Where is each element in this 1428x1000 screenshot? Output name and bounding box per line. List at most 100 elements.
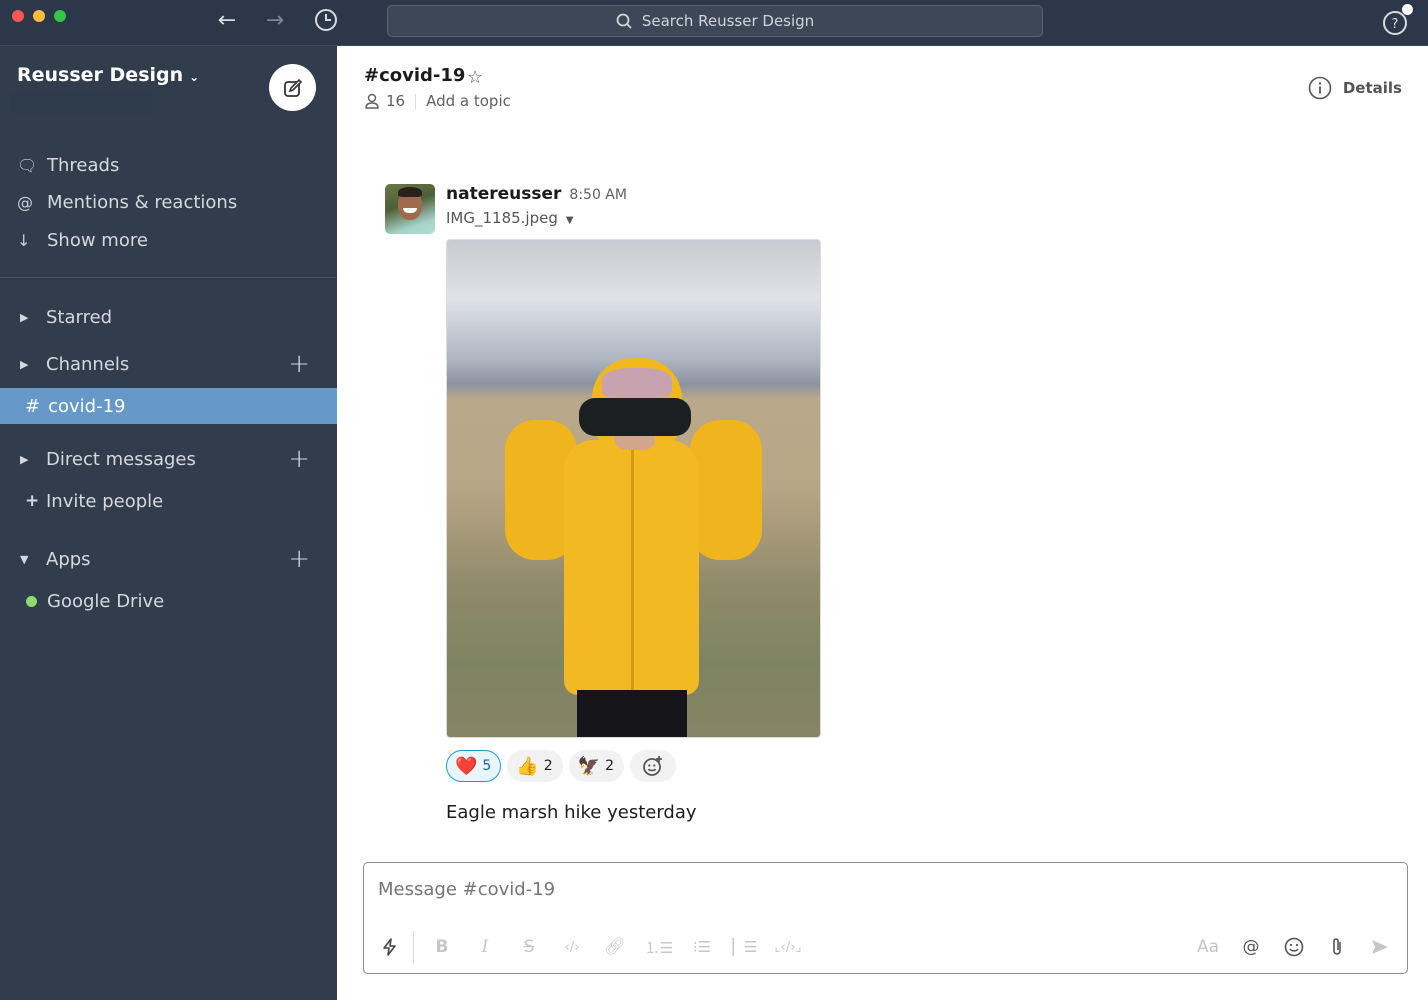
bold-icon[interactable]: B <box>428 933 456 961</box>
add-app-button[interactable]: + <box>288 544 310 574</box>
sidebar-item-mentions[interactable]: @ Mentions & reactions <box>17 187 237 217</box>
details-button[interactable]: Details <box>1308 76 1402 100</box>
compose-button[interactable] <box>269 64 316 111</box>
channel-name: covid-19 <box>48 395 126 417</box>
message-author: natereusser 8:50 AM <box>446 184 627 204</box>
title-bar: ← → Search Reusser Design ? <box>0 0 1428 46</box>
toolbar-divider <box>413 931 414 963</box>
details-label: Details <box>1342 79 1402 97</box>
image-attachment[interactable] <box>446 239 821 738</box>
message-text: Eagle marsh hike yesterday <box>446 802 697 823</box>
section-apps[interactable]: ▼ Apps + <box>20 544 320 574</box>
shortcuts-lightning-icon[interactable] <box>376 933 404 961</box>
reaction-count: 5 <box>482 758 492 774</box>
channel-title[interactable]: #covid-19 <box>364 65 465 86</box>
formatting-toolbar: B I S ‹/› 🔗︎ ⒈☰ ⁝☰ ▏☰ ⌞‹/›⌟ Aa @ <box>364 929 1407 965</box>
bulleted-list-icon[interactable]: ⁝☰ <box>688 933 716 961</box>
message-timestamp[interactable]: 8:50 AM <box>569 187 627 203</box>
section-label: Channels <box>46 353 130 375</box>
send-icon[interactable] <box>1366 933 1394 961</box>
window-zoom-button[interactable] <box>54 10 66 22</box>
format-label: Aa <box>1196 937 1220 957</box>
workspace-menu[interactable]: Reusser Design ⌄ <box>17 64 199 86</box>
info-icon <box>1308 76 1332 100</box>
eagle-emoji-icon: 🦅 <box>577 755 601 777</box>
sidebar-item-label: Mentions & reactions <box>47 191 238 213</box>
arrow-down-icon: ↓ <box>17 230 31 250</box>
section-label: Apps <box>46 548 91 570</box>
emoji-icon[interactable] <box>1280 933 1308 961</box>
reaction-heart[interactable]: ❤️ 5 <box>446 750 502 782</box>
member-count[interactable]: 16 <box>386 92 405 110</box>
reaction-count: 2 <box>605 758 615 774</box>
search-bar[interactable]: Search Reusser Design <box>387 5 1043 37</box>
section-label: Direct messages <box>46 448 196 470</box>
section-starred[interactable]: ▶ Starred <box>20 302 320 332</box>
history-icon[interactable] <box>312 8 340 34</box>
add-emoji-icon <box>643 756 663 776</box>
channel-header: #covid-19 ☆ 16 Add a topic Details <box>337 46 1428 126</box>
back-arrow-icon[interactable]: ← <box>213 8 241 34</box>
caret-right-icon: ▶ <box>20 310 29 324</box>
caret-right-icon: ▶ <box>20 452 29 466</box>
invite-label: Invite people <box>46 490 164 512</box>
sidebar-item-google-drive[interactable]: Google Drive <box>26 586 326 616</box>
mention-icon[interactable]: @ <box>1237 933 1265 961</box>
add-reaction-button[interactable] <box>630 750 677 782</box>
workspace-subtitle <box>10 93 152 113</box>
forward-arrow-icon[interactable]: → <box>261 8 289 34</box>
sidebar-item-label: Show more <box>47 229 148 251</box>
compose-icon <box>283 78 302 97</box>
add-dm-button[interactable]: + <box>288 444 310 474</box>
svg-text:?: ? <box>1392 17 1399 32</box>
hash-icon: # <box>25 395 41 417</box>
star-icon[interactable]: ☆ <box>467 67 483 88</box>
sidebar-item-label: Threads <box>47 154 120 176</box>
thumbsup-emoji-icon: 👍 <box>516 755 539 777</box>
code-icon[interactable]: ‹/› <box>558 933 586 961</box>
author-name[interactable]: natereusser <box>446 184 561 204</box>
message-input[interactable] <box>378 879 1378 900</box>
file-name[interactable]: IMG_1185.jpeg ▼ <box>446 209 574 227</box>
channel-meta: 16 Add a topic <box>364 92 511 110</box>
window-minimize-button[interactable] <box>33 10 45 22</box>
add-topic-link[interactable]: Add a topic <box>426 92 511 110</box>
caret-down-icon: ▼ <box>20 552 29 566</box>
threads-icon: 🗨︎ <box>17 155 38 175</box>
at-icon: @ <box>17 192 33 212</box>
sidebar-item-channel-active[interactable]: # covid-19 <box>0 388 337 424</box>
ordered-list-icon[interactable]: ⒈☰ <box>645 933 673 961</box>
plus-icon: + <box>25 491 40 511</box>
code-block-icon[interactable]: ⌞‹/›⌟ <box>774 933 802 961</box>
window-close-button[interactable] <box>12 10 24 22</box>
add-channel-button[interactable]: + <box>288 349 310 379</box>
sidebar-item-show-more[interactable]: ↓ Show more <box>17 225 148 255</box>
avatar[interactable] <box>385 184 435 234</box>
notification-dot <box>1402 4 1413 15</box>
sidebar-item-threads[interactable]: 🗨︎ Threads <box>17 150 119 180</box>
section-label: Starred <box>46 306 113 328</box>
link-icon[interactable]: 🔗︎ <box>601 933 629 961</box>
caret-down-icon[interactable]: ▼ <box>566 215 574 226</box>
strikethrough-icon[interactable]: S <box>515 933 543 961</box>
search-icon <box>616 13 632 29</box>
formatting-toggle-button[interactable]: Aa <box>1194 933 1222 961</box>
caret-right-icon: ▶ <box>20 357 29 371</box>
chevron-down-icon: ⌄ <box>189 70 200 84</box>
section-channels[interactable]: ▶ Channels + <box>20 349 320 379</box>
italic-icon[interactable]: I <box>471 933 499 961</box>
message-composer: B I S ‹/› 🔗︎ ⒈☰ ⁝☰ ▏☰ ⌞‹/›⌟ Aa @ <box>363 862 1408 974</box>
member-icon <box>365 93 379 109</box>
online-status-icon <box>26 595 37 607</box>
reaction-eagle[interactable]: 🦅 2 <box>568 750 625 782</box>
section-direct-messages[interactable]: ▶ Direct messages + <box>20 444 320 474</box>
meta-divider <box>415 93 417 109</box>
reaction-thumbsup[interactable]: 👍 2 <box>507 750 563 782</box>
attachment-icon[interactable] <box>1323 933 1351 961</box>
blockquote-icon[interactable]: ▏☰ <box>731 933 759 961</box>
file-name-label: IMG_1185.jpeg <box>446 209 558 227</box>
workspace-name: Reusser Design <box>17 64 184 86</box>
reactions-bar: ❤️ 5 👍 2 🦅 2 <box>446 750 677 782</box>
invite-people-button[interactable]: + Invite people <box>25 486 325 516</box>
search-placeholder: Search Reusser Design <box>641 12 815 30</box>
